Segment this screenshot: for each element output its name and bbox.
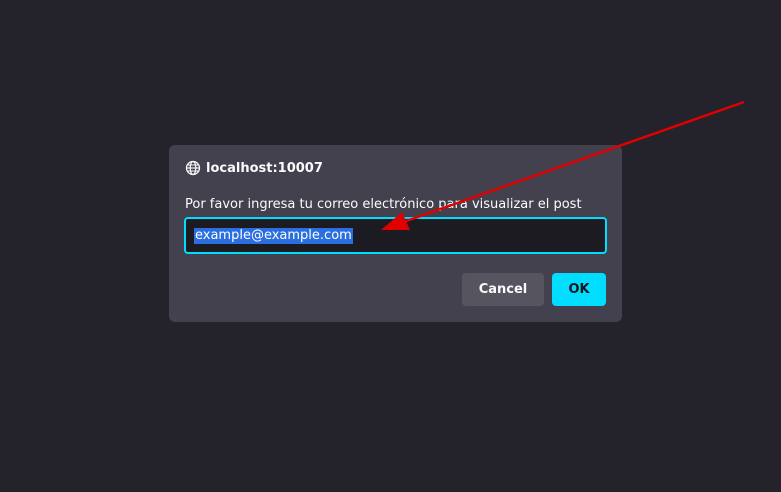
ok-button[interactable]: OK: [552, 273, 606, 306]
email-input-value: example@example.com: [194, 227, 353, 244]
dialog-header: localhost:10007: [185, 160, 323, 176]
dialog-message: Por favor ingresa tu correo electrónico …: [185, 197, 582, 212]
email-input[interactable]: example@example.com: [184, 217, 607, 254]
dialog-origin: localhost:10007: [206, 160, 323, 176]
cancel-button[interactable]: Cancel: [462, 273, 544, 306]
page-backdrop: localhost:10007 Por favor ingresa tu cor…: [0, 0, 781, 492]
globe-icon: [185, 160, 201, 176]
prompt-dialog: localhost:10007 Por favor ingresa tu cor…: [169, 145, 622, 322]
